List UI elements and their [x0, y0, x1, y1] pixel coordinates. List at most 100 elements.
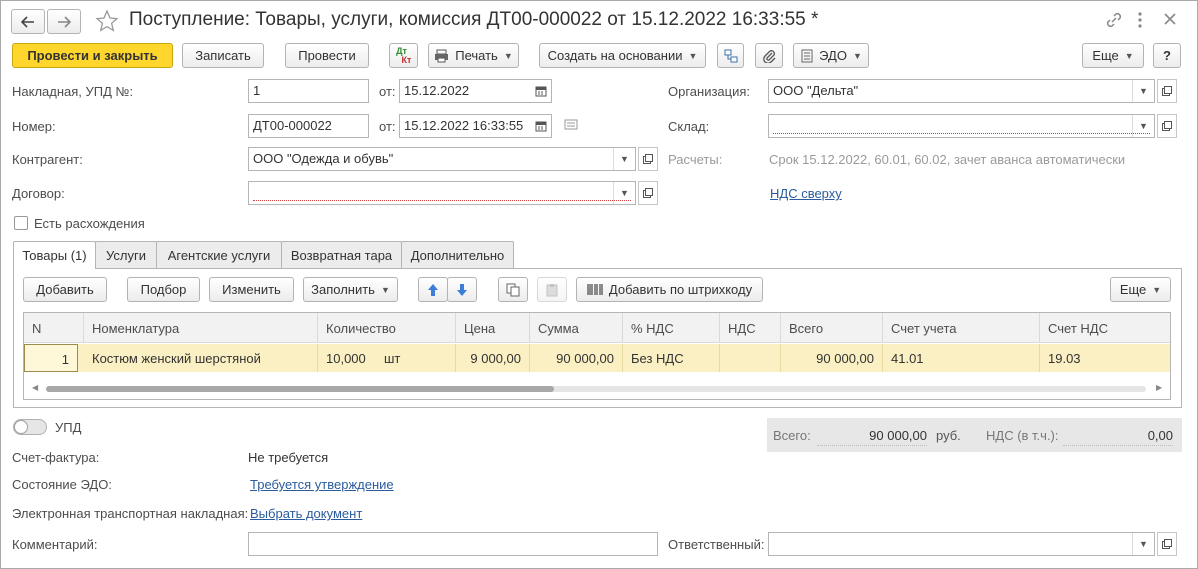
post-button[interactable]: Провести	[285, 43, 369, 68]
column-header-total[interactable]: Всего	[781, 313, 883, 343]
scroll-right-icon[interactable]: ▶	[1156, 383, 1162, 392]
tab-services[interactable]: Услуги	[95, 241, 157, 268]
warehouse-field[interactable]: ▼	[768, 114, 1155, 138]
invoice-date-field[interactable]: 15.12.2022	[399, 79, 552, 103]
settlements-label: Расчеты:	[668, 152, 723, 167]
copy-row-button[interactable]	[498, 277, 528, 302]
cell-total[interactable]: 90 000,00	[781, 344, 883, 372]
vat-on-top-link[interactable]: НДС сверху	[770, 186, 842, 201]
column-header-quantity[interactable]: Количество	[318, 313, 456, 343]
printer-icon	[435, 49, 449, 62]
paste-icon	[546, 283, 558, 296]
column-header-item[interactable]: Номенклатура	[84, 313, 318, 343]
counterparty-open-button[interactable]	[638, 147, 658, 171]
forward-button[interactable]	[47, 9, 81, 34]
discrepancies-checkbox[interactable]	[14, 216, 28, 230]
calendar-icon[interactable]	[531, 115, 551, 137]
invoice-number-field[interactable]: 1	[248, 79, 369, 103]
chevron-down-icon[interactable]: ▼	[1132, 80, 1154, 102]
cell-price[interactable]: 9 000,00	[456, 344, 530, 372]
cell-vat-account[interactable]: 19.03	[1040, 344, 1170, 372]
edo-button[interactable]: ЭДО ▼	[793, 43, 869, 68]
counterparty-field[interactable]: ООО "Одежда и обувь" ▼	[248, 147, 636, 171]
structure-icon	[724, 49, 737, 62]
etn-select-link[interactable]: Выбрать документ	[250, 506, 362, 521]
help-button[interactable]: ?	[1153, 43, 1181, 68]
contract-open-button[interactable]	[638, 181, 658, 205]
cell-account[interactable]: 41.01	[883, 344, 1040, 372]
organization-field[interactable]: ООО "Дельта" ▼	[768, 79, 1155, 103]
favorite-star-icon[interactable]	[95, 9, 119, 36]
tab-agent-services[interactable]: Агентские услуги	[156, 241, 282, 268]
column-header-account[interactable]: Счет учета	[883, 313, 1040, 343]
responsible-field[interactable]: ▼	[768, 532, 1155, 556]
select-button[interactable]: Подбор	[127, 277, 200, 302]
chevron-down-icon[interactable]: ▼	[613, 148, 635, 170]
cell-quantity[interactable]: 10,000	[318, 344, 376, 372]
cell-vat-rate[interactable]: Без НДС	[623, 344, 720, 372]
cell-sum[interactable]: 90 000,00	[530, 344, 623, 372]
upd-toggle[interactable]	[13, 419, 47, 435]
cell-unit[interactable]: шт	[376, 344, 456, 372]
comment-note-icon[interactable]	[564, 119, 578, 134]
table-more-button[interactable]: Еще ▼	[1110, 277, 1171, 302]
number-field[interactable]: ДТ00-000022	[248, 114, 369, 138]
number-date-field[interactable]: 15.12.2022 16:33:55	[399, 114, 552, 138]
add-by-barcode-label: Добавить по штрихкоду	[608, 282, 753, 297]
move-up-button[interactable]	[418, 277, 448, 302]
column-header-n[interactable]: N	[24, 313, 84, 343]
add-row-button[interactable]: Добавить	[23, 277, 107, 302]
cell-n[interactable]: 1	[24, 344, 78, 372]
table-more-label: Еще	[1119, 282, 1147, 297]
close-icon[interactable]	[1163, 12, 1177, 29]
edo-icon	[801, 49, 813, 62]
chevron-down-icon[interactable]: ▼	[1132, 533, 1154, 555]
tab-returnable-packaging[interactable]: Возвратная тара	[281, 241, 402, 268]
more-label: Еще	[1092, 48, 1119, 63]
scrollbar-thumb[interactable]	[46, 386, 554, 392]
chevron-down-icon: ▼	[1152, 284, 1162, 295]
attach-button[interactable]	[755, 43, 783, 68]
tab-goods[interactable]: Товары (1)	[13, 241, 96, 269]
edo-state-link[interactable]: Требуется утверждение	[250, 477, 394, 492]
add-by-barcode-button[interactable]: Добавить по штрихкоду	[576, 277, 763, 302]
column-header-vat-rate[interactable]: % НДС	[623, 313, 720, 343]
paste-button[interactable]	[537, 277, 567, 302]
link-icon[interactable]	[1105, 11, 1123, 32]
back-button[interactable]	[11, 9, 45, 34]
organization-open-button[interactable]	[1157, 79, 1177, 103]
arrow-right-icon	[58, 15, 71, 28]
scroll-left-icon[interactable]: ◀	[32, 383, 38, 392]
edit-button[interactable]: Изменить	[209, 277, 294, 302]
save-button[interactable]: Записать	[182, 43, 264, 68]
create-based-on-button[interactable]: Создать на основании ▼	[539, 43, 706, 68]
chevron-down-icon[interactable]: ▼	[613, 182, 635, 204]
cell-vat[interactable]	[720, 344, 781, 372]
post-and-close-button[interactable]: Провести и закрыть	[12, 43, 173, 68]
more-vertical-icon[interactable]	[1136, 11, 1144, 32]
dt-kt-button[interactable]: Дт Кт	[389, 43, 418, 68]
responsible-open-button[interactable]	[1157, 532, 1177, 556]
settlements-value[interactable]: Срок 15.12.2022, 60.01, 60.02, зачет ава…	[769, 152, 1125, 167]
fill-button[interactable]: Заполнить ▼	[303, 277, 398, 302]
warehouse-open-button[interactable]	[1157, 114, 1177, 138]
comment-field[interactable]	[248, 532, 658, 556]
print-button[interactable]: Печать ▼	[428, 43, 519, 68]
horizontal-scrollbar[interactable]: ◀ ▶	[24, 381, 1170, 397]
column-header-vat-account[interactable]: Счет НДС	[1040, 313, 1170, 343]
chevron-down-icon[interactable]: ▼	[1132, 115, 1154, 137]
total-value: 90 000,00	[817, 424, 927, 446]
cell-item-extra[interactable]	[278, 344, 318, 372]
column-header-sum[interactable]: Сумма	[530, 313, 623, 343]
table-row[interactable]: 1 Костюм женский шерстяной 10,000 шт 9 0…	[24, 344, 1170, 372]
more-button[interactable]: Еще ▼	[1082, 43, 1144, 68]
structure-button[interactable]	[717, 43, 744, 68]
tab-additional[interactable]: Дополнительно	[401, 241, 514, 268]
move-down-button[interactable]	[447, 277, 477, 302]
contract-field[interactable]: ▼	[248, 181, 636, 205]
calendar-icon[interactable]	[531, 80, 551, 102]
responsible-label: Ответственный:	[668, 537, 765, 552]
column-header-vat[interactable]: НДС	[720, 313, 781, 343]
column-header-price[interactable]: Цена	[456, 313, 530, 343]
cell-item[interactable]: Костюм женский шерстяной	[84, 344, 278, 372]
